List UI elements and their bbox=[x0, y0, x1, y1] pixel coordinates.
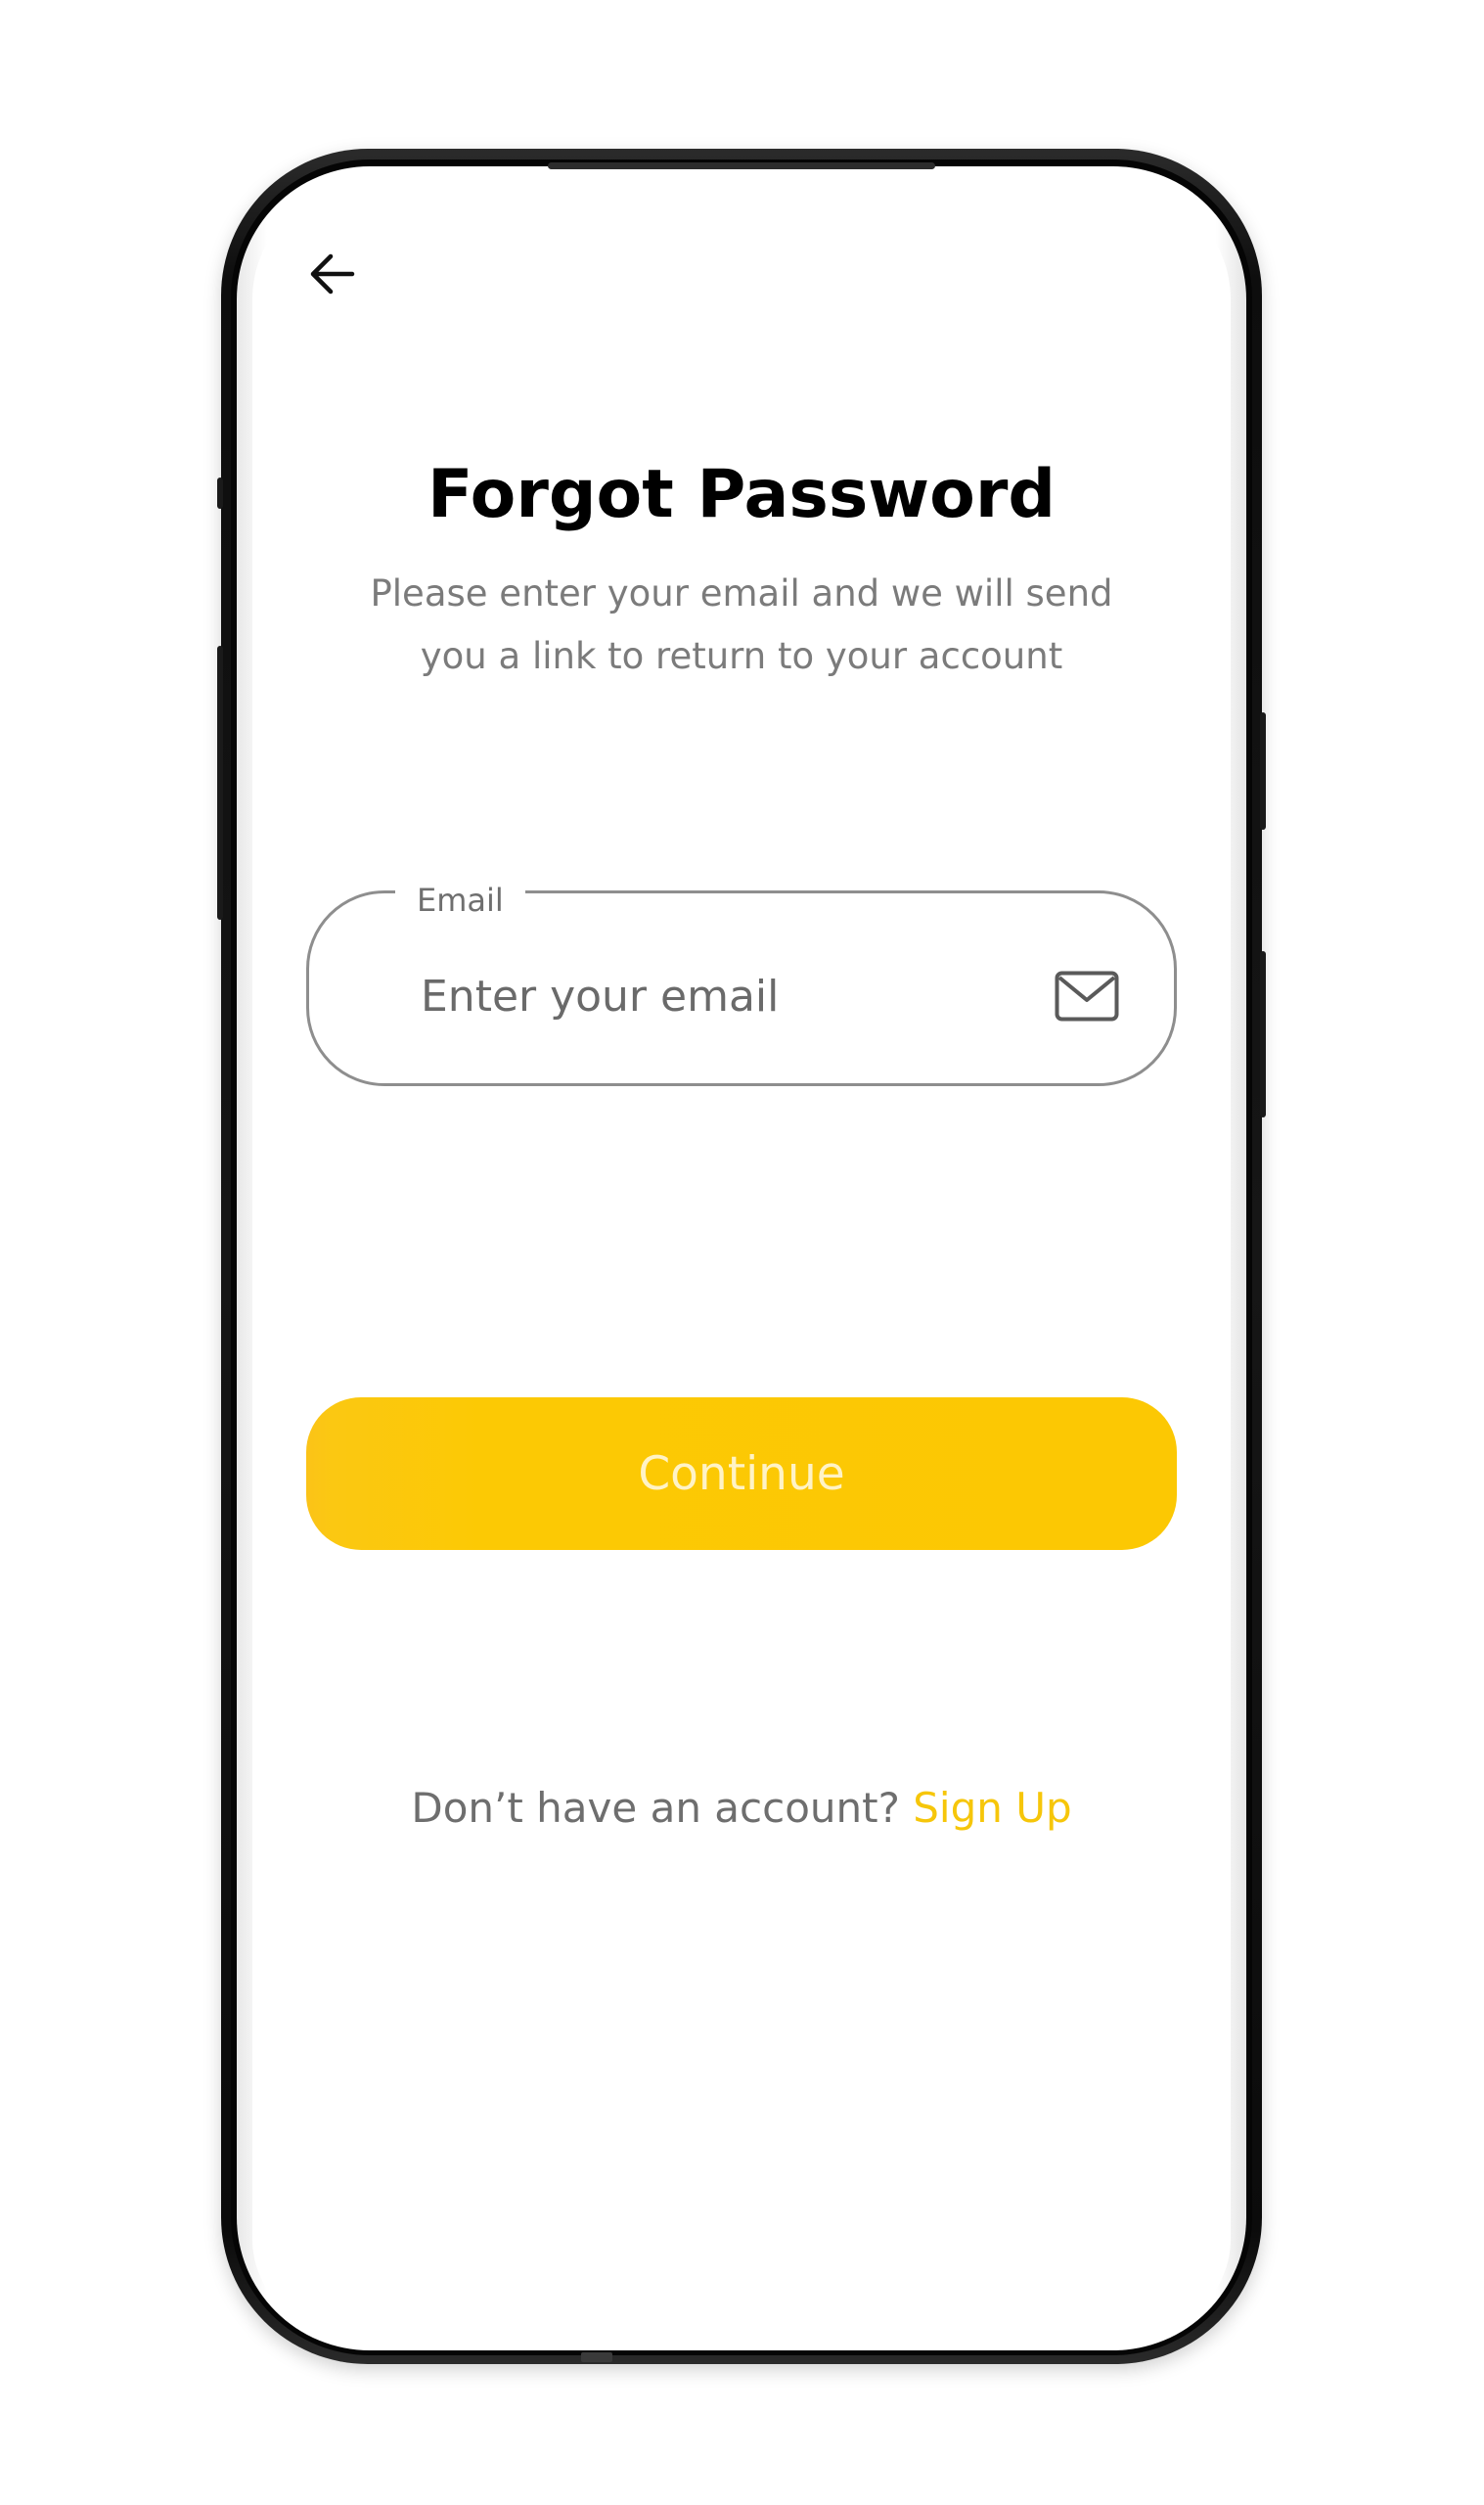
phone-side-button bbox=[217, 646, 223, 920]
phone-side-button bbox=[1260, 951, 1266, 1117]
phone-speaker bbox=[548, 162, 935, 169]
page-subtitle: Please enter your email and we will send… bbox=[323, 563, 1160, 688]
page-title: Forgot Password bbox=[427, 456, 1057, 533]
signup-link[interactable]: Sign Up bbox=[913, 1784, 1071, 1832]
signup-prompt: Don’t have an account? bbox=[411, 1784, 914, 1832]
continue-button[interactable]: Continue bbox=[306, 1397, 1177, 1550]
page: Forgot Password Please enter your email … bbox=[0, 0, 1484, 2505]
phone-side-button bbox=[1260, 712, 1266, 830]
email-field-label: Email bbox=[395, 881, 525, 920]
arrow-left-icon bbox=[310, 253, 355, 295]
mail-icon bbox=[1055, 971, 1119, 1022]
phone-side-button bbox=[217, 478, 223, 509]
back-button[interactable] bbox=[293, 235, 372, 313]
subtitle-line: Please enter your email and we will send bbox=[370, 572, 1113, 615]
email-field[interactable] bbox=[421, 957, 1027, 1035]
signup-row: Don’t have an account? Sign Up bbox=[252, 1781, 1231, 1836]
phone-bottom-notch bbox=[581, 2352, 612, 2362]
subtitle-line: you a link to return to your account bbox=[420, 635, 1063, 677]
